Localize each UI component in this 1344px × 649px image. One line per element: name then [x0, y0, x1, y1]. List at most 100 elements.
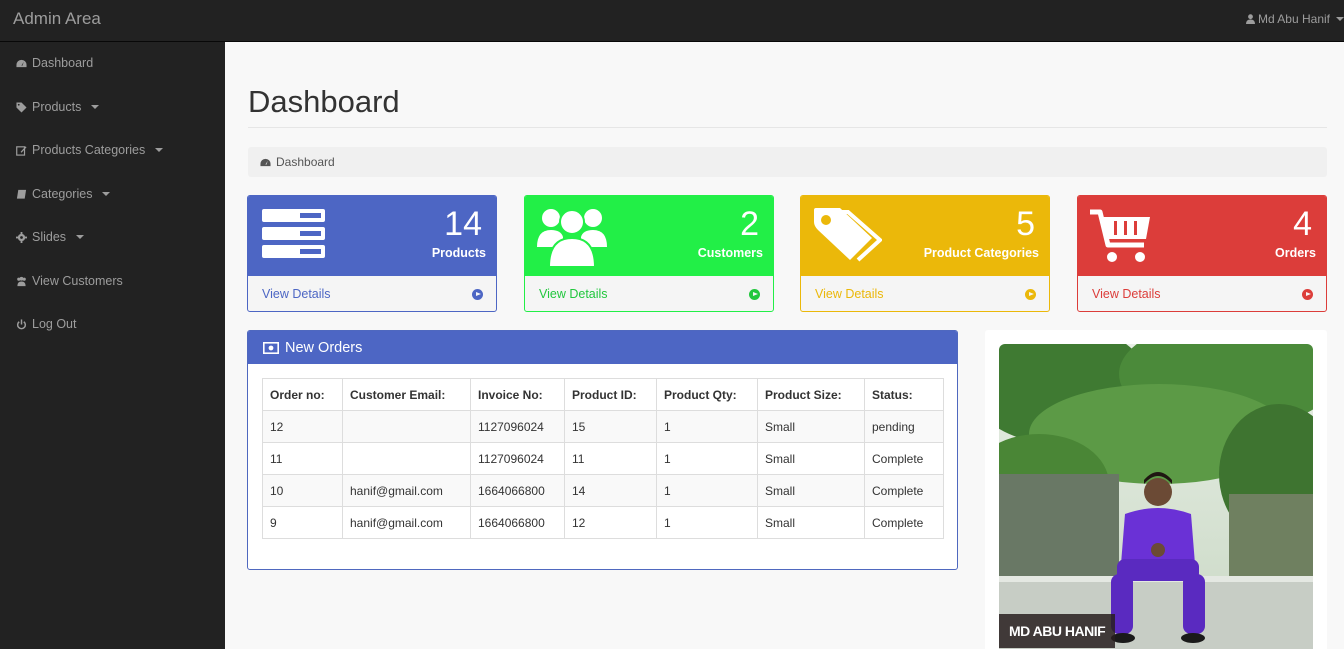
table-cell: 1 [656, 410, 758, 443]
user-menu[interactable]: Md Abu Hanif [1245, 12, 1344, 26]
column-header: Status: [864, 378, 944, 411]
column-header: Product Size: [757, 378, 865, 411]
arrow-circle-right-icon [1025, 288, 1036, 300]
view-details-link[interactable]: View Details [1078, 276, 1326, 311]
sidebar-item-products-categories[interactable]: Products Categories [16, 143, 164, 157]
product-categories-count: 5 [1016, 205, 1035, 243]
table-cell: Small [757, 474, 865, 507]
card-header: 5 Product Categories [801, 196, 1049, 276]
table-cell: Complete [864, 442, 944, 475]
sidebar-item-label: Products Categories [32, 143, 146, 157]
card-header: 14 Products [248, 196, 496, 276]
arrow-circle-right-icon [749, 288, 760, 300]
table-cell: 1127096024 [470, 410, 565, 443]
divider [248, 127, 1327, 128]
dashboard-icon [16, 59, 27, 67]
power-icon [16, 318, 27, 329]
products-card: 14 Products View Details [247, 195, 497, 312]
column-header: Product Qty: [656, 378, 758, 411]
table-cell: Small [757, 442, 865, 475]
money-icon [263, 341, 279, 354]
table-row: 10 hanif@gmail.com 1664066800 14 1 Small… [262, 474, 944, 507]
chevron-down-icon [102, 192, 111, 196]
table-row: 9 hanif@gmail.com 1664066800 12 1 Small … [262, 506, 944, 539]
table-cell: 12 [564, 506, 657, 539]
sidebar-item-products[interactable]: Products [16, 100, 100, 114]
view-details-label: View Details [262, 287, 331, 301]
table-cell [342, 410, 471, 443]
sidebar: Dashboard Products Products Categories C… [0, 42, 225, 649]
products-label: Products [431, 246, 486, 260]
arrow-circle-right-icon [472, 288, 483, 300]
sidebar-item-dashboard[interactable]: Dashboard [16, 56, 93, 70]
product-categories-card: 5 Product Categories View Details [800, 195, 1050, 312]
sidebar-item-view-customers[interactable]: View Customers [16, 274, 123, 288]
sidebar-item-label: Log Out [32, 317, 77, 331]
sidebar-item-categories[interactable]: Categories [16, 187, 111, 201]
table-row: 11 1127096024 11 1 Small Complete [262, 442, 944, 475]
card-header: 4 Orders [1078, 196, 1326, 276]
dashboard-icon [260, 158, 271, 166]
breadcrumb-label: Dashboard [276, 155, 335, 169]
column-header: Invoice No: [470, 378, 565, 411]
column-header: Product ID: [564, 378, 657, 411]
customers-label: Customers [697, 246, 763, 260]
brand-title[interactable]: Admin Area [13, 9, 101, 29]
column-header: Customer Email: [342, 378, 471, 411]
orders-table: Order no: Customer Email: Invoice No: Pr… [262, 378, 944, 539]
book-icon [16, 189, 27, 199]
view-details-link[interactable]: View Details [248, 276, 496, 311]
user-name: Md Abu Hanif [1257, 12, 1330, 26]
sidebar-item-label: Products [32, 100, 82, 114]
sidebar-item-log-out[interactable]: Log Out [16, 317, 76, 331]
profile-photo: MD ABU HANIF [999, 344, 1313, 649]
tags-icon [814, 208, 882, 262]
table-cell: 1664066800 [470, 506, 565, 539]
table-cell: 9 [262, 506, 343, 539]
table-cell [342, 442, 471, 475]
table-cell: 12 [262, 410, 343, 443]
orders-label: Orders [1275, 246, 1316, 260]
users-icon [17, 276, 26, 286]
view-details-label: View Details [539, 287, 608, 301]
products-count: 14 [444, 205, 482, 243]
view-details-link[interactable]: View Details [525, 276, 773, 311]
profile-caption: MD ABU HANIF [999, 614, 1116, 648]
table-cell: 1 [656, 442, 758, 475]
main-content: Dashboard Dashboard 14 Products View Det… [225, 42, 1344, 649]
new-orders-header: New Orders [248, 331, 957, 364]
chevron-down-icon [155, 148, 164, 152]
users-icon [537, 209, 607, 267]
profile-panel: MD ABU HANIF [985, 330, 1327, 649]
table-cell: Small [757, 506, 865, 539]
customers-card: 2 Customers View Details [524, 195, 774, 312]
product-categories-label: Product Categories [923, 246, 1039, 260]
sidebar-item-slides[interactable]: Slides [16, 230, 85, 244]
server-icon [262, 209, 325, 258]
column-header: Order no: [262, 378, 343, 411]
new-orders-panel: New Orders Order no: Customer Email: Inv… [247, 330, 958, 570]
table-cell: 10 [262, 474, 343, 507]
table-cell: 1664066800 [470, 474, 565, 507]
edit-icon [16, 145, 27, 156]
card-header: 2 Customers [525, 196, 773, 276]
sidebar-item-label: Slides [32, 230, 67, 244]
view-details-link[interactable]: View Details [801, 276, 1049, 311]
table-cell: pending [864, 410, 944, 443]
customers-count: 2 [740, 205, 759, 243]
new-orders-title: New Orders [285, 339, 363, 356]
sidebar-item-label: Categories [32, 187, 93, 201]
page-title: Dashboard [248, 84, 400, 119]
table-cell: Complete [864, 474, 944, 507]
chevron-down-icon [91, 105, 100, 109]
table-cell: 1 [656, 474, 758, 507]
table-cell: 1 [656, 506, 758, 539]
tag-icon [16, 101, 27, 113]
table-header-row: Order no: Customer Email: Invoice No: Pr… [262, 378, 944, 411]
table-cell: Complete [864, 506, 944, 539]
table-cell: hanif@gmail.com [342, 474, 471, 507]
cart-icon [1090, 209, 1150, 262]
table-cell: 11 [564, 442, 657, 475]
orders-card: 4 Orders View Details [1077, 195, 1327, 312]
gear-icon [16, 231, 27, 243]
